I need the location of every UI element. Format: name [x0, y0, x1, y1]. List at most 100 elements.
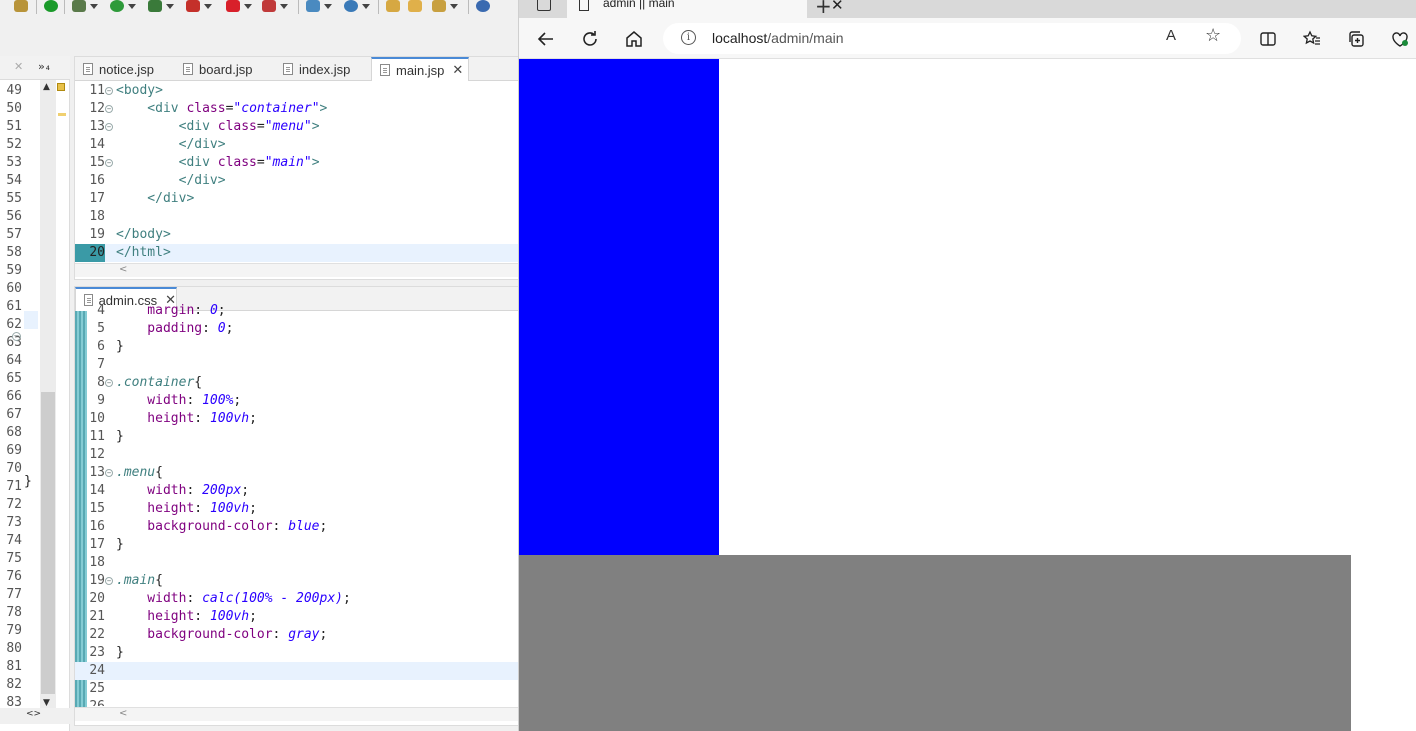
debug-button[interactable] — [14, 0, 28, 14]
tab-main-jsp[interactable]: main.jsp ✕ — [371, 57, 469, 81]
code-line: 14 </div> — [75, 136, 518, 154]
code-line: 13− .menu{ — [75, 464, 518, 482]
debug-run-button[interactable] — [72, 0, 98, 14]
collections-button[interactable] — [1343, 26, 1369, 52]
code-text: .container{ — [116, 375, 203, 390]
address-bar[interactable]: i localhost/admin/main A ☆ — [663, 23, 1241, 54]
tab-title: admin || main — [603, 0, 675, 10]
code-text: height: 100vh; — [116, 411, 257, 426]
code-line: 17 </div> — [75, 190, 518, 208]
home-button[interactable] — [621, 26, 647, 52]
url-text[interactable]: localhost/admin/main — [712, 30, 844, 46]
line-number: 55 — [6, 191, 22, 206]
code-text: } — [116, 537, 124, 552]
terminate-button[interactable] — [226, 0, 252, 14]
css-code-area[interactable]: 4 margin: 0; 5 padding: 0; 6} 7 8− .conta… — [75, 302, 518, 706]
fold-toggle-icon[interactable]: − — [105, 105, 113, 113]
line-number: 16 — [89, 519, 105, 534]
code-text: } — [116, 429, 124, 444]
stop-server-button[interactable] — [186, 0, 212, 14]
file-icon — [183, 63, 193, 75]
line-number: 69 — [6, 443, 22, 458]
open-type-button[interactable] — [306, 0, 332, 14]
favorites-icon — [1303, 30, 1320, 45]
url-host: localhost — [712, 30, 768, 46]
line-number: 4 — [97, 303, 105, 318]
line-number: 78 — [6, 605, 22, 620]
horizontal-scrollbar[interactable]: < — [75, 263, 518, 277]
fold-toggle-icon[interactable]: − — [105, 379, 113, 387]
new-server-icon — [148, 0, 162, 12]
fold-toggle-icon[interactable]: − — [105, 159, 113, 167]
line-number: 60 — [6, 281, 22, 296]
overflow-tabs-icon[interactable]: »₄ — [38, 60, 51, 73]
refresh-button[interactable] — [577, 26, 603, 52]
code-line: 14 width: 200px; — [75, 482, 518, 500]
scroll-left-icon[interactable]: < — [119, 264, 127, 275]
code-text: padding: 0; — [116, 321, 234, 336]
new-tab-button[interactable]: + — [815, 0, 832, 18]
warning-marker-icon[interactable] — [57, 83, 65, 91]
fold-toggle-icon[interactable]: − — [105, 577, 113, 585]
home-icon — [626, 31, 642, 47]
new-server-button[interactable] — [148, 0, 174, 14]
open-resource-button[interactable] — [408, 0, 422, 14]
scrollbar-thumb[interactable] — [41, 392, 55, 694]
line-number: 18 — [89, 209, 105, 224]
jsp-code-area[interactable]: 11− <body> 12− <div class="container"> 13… — [75, 82, 518, 262]
close-tab-icon[interactable]: ✕ — [831, 0, 844, 14]
fold-toggle-icon[interactable]: − — [12, 332, 21, 341]
split-screen-button[interactable] — [1255, 26, 1281, 52]
favorite-star-icon[interactable]: ☆ — [1205, 25, 1221, 46]
back-button[interactable] — [533, 26, 559, 52]
ide-toolbar — [0, 0, 518, 16]
close-icon[interactable]: ✕ — [14, 60, 23, 73]
run-icon — [110, 0, 124, 12]
read-aloud-icon[interactable]: A — [1166, 27, 1176, 44]
code-line: 16 background-color: blue; — [75, 518, 518, 536]
close-icon[interactable]: ✕ — [452, 62, 463, 78]
code-line: 9 width: 100%; — [75, 392, 518, 410]
code-text: <div class="menu"> — [116, 119, 320, 134]
run-button[interactable] — [110, 0, 136, 14]
scroll-up-icon[interactable]: ▲ — [43, 82, 50, 92]
server-button[interactable] — [44, 0, 58, 14]
chevron-down-icon — [204, 3, 212, 9]
code-text: } — [116, 645, 124, 660]
favorites-button[interactable] — [1299, 26, 1325, 52]
site-info-icon[interactable]: i — [681, 30, 696, 45]
scroll-down-icon[interactable]: ▼ — [43, 698, 50, 708]
line-number: 59 — [6, 263, 22, 278]
scroll-left-icon[interactable]: < — [119, 708, 127, 719]
tab-board-jsp[interactable]: board.jsp — [175, 57, 275, 81]
line-number: 11 — [89, 429, 105, 444]
scroll-arrows-icon[interactable]: <> — [26, 709, 41, 719]
horizontal-scrollbar[interactable]: < — [75, 707, 518, 721]
search-button[interactable] — [344, 0, 370, 14]
tab-index-jsp[interactable]: index.jsp — [275, 57, 371, 81]
chevron-down-icon — [280, 3, 288, 9]
left-view-tabbar: ✕ »₄ — [0, 56, 70, 80]
tab-label: board.jsp — [199, 61, 253, 77]
horizontal-scrollbar[interactable]: <> — [0, 708, 70, 724]
fold-toggle-icon[interactable]: − — [105, 469, 113, 477]
external-tools-button[interactable] — [262, 0, 288, 14]
line-number: 22 — [89, 627, 105, 642]
browser-essentials-button[interactable] — [1387, 26, 1413, 52]
line-number: 62 — [6, 317, 22, 332]
tab-notice-jsp[interactable]: notice.jsp — [75, 57, 175, 81]
line-number: 74 — [6, 533, 22, 548]
fold-toggle-icon[interactable]: − — [105, 87, 113, 95]
occurrence-marker[interactable] — [58, 113, 66, 116]
line-number: 80 — [6, 641, 22, 656]
fold-toggle-icon[interactable]: − — [105, 123, 113, 131]
code-line: 8− .container{ — [75, 374, 518, 392]
tab-actions-icon[interactable] — [537, 0, 551, 11]
web-browser-button[interactable] — [476, 0, 490, 14]
stop-icon — [186, 0, 200, 12]
browser-tab[interactable]: admin || main ✕ — [567, 0, 844, 18]
open-folder-button[interactable] — [386, 0, 400, 14]
vertical-scrollbar[interactable]: ▲ ▼ — [40, 80, 56, 708]
run-config-button[interactable] — [432, 0, 458, 14]
line-number: 72 — [6, 497, 22, 512]
